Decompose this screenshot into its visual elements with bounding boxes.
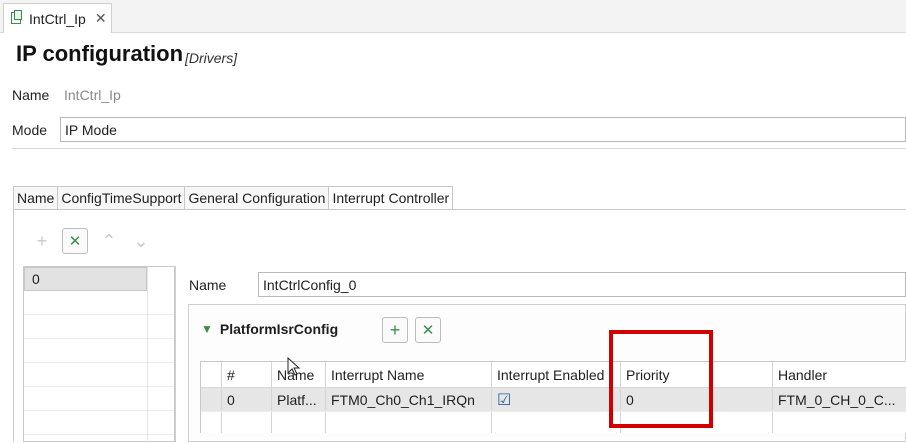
config-list[interactable]: 0 (23, 266, 175, 443)
highlight-box (609, 330, 713, 428)
list-item[interactable]: 0 (24, 267, 147, 291)
page-title: IP configuration (16, 41, 184, 66)
name-label: Name (12, 87, 50, 103)
list-item-empty (24, 411, 174, 435)
editor-tab-intctrl[interactable]: IntCtrl_Ip ✕ (3, 3, 112, 33)
group-title: PlatformIsrConfig (219, 321, 339, 337)
list-item-empty (24, 339, 174, 363)
move-up-icon[interactable]: ⌃ (96, 228, 122, 254)
mode-value: IP Mode (65, 121, 117, 138)
table-row-empty (201, 411, 906, 433)
divider (12, 148, 906, 149)
mouse-cursor-icon (287, 356, 301, 380)
add-row-icon[interactable]: + (382, 317, 408, 343)
row-name[interactable]: Platf... (272, 388, 326, 411)
mode-field[interactable]: IP Mode (60, 117, 906, 142)
chevron-down-icon[interactable]: ▼ (201, 322, 213, 336)
list-item-empty (24, 387, 174, 411)
config-name-label: Name (189, 277, 227, 293)
config-file-icon (10, 9, 24, 28)
tab-general-configuration[interactable]: General Configuration (184, 186, 329, 210)
table-row[interactable]: 0 Platf... FTM0_Ch0_Ch1_IRQn ☑ 0 FTM_0_C… (201, 388, 906, 411)
empty-cell (272, 412, 326, 433)
empty-cell (773, 412, 901, 433)
name-value: IntCtrl_Ip (64, 87, 121, 103)
config-name-field[interactable]: IntCtrlConfig_0 (258, 272, 906, 297)
row-gutter (201, 388, 222, 411)
header-cell[interactable]: # (222, 362, 272, 387)
header-cell (201, 362, 222, 387)
close-icon[interactable]: ✕ (95, 10, 107, 27)
header-cell[interactable]: Interrupt Name (326, 362, 492, 387)
row-interrupt-enabled[interactable]: ☑ (492, 388, 621, 411)
empty-cell (222, 412, 272, 433)
row-handler[interactable]: FTM_0_CH_0_C... (773, 388, 901, 411)
row-interrupt-name[interactable]: FTM0_Ch0_Ch1_IRQn (326, 388, 492, 411)
row-index: 0 (222, 388, 272, 411)
tab-interrupt-controller[interactable]: Interrupt Controller (328, 186, 454, 210)
tab-name[interactable]: Name (13, 186, 58, 210)
list-separator (147, 267, 148, 443)
add-icon[interactable]: + (29, 228, 55, 254)
list-item-empty (24, 315, 174, 339)
remove-icon[interactable]: ✕ (62, 228, 88, 254)
row-gutter (201, 412, 222, 433)
isr-table[interactable]: # Name Interrupt Name Interrupt Enabled … (200, 361, 906, 433)
header-cell[interactable]: Handler (773, 362, 901, 387)
list-item-empty (24, 291, 174, 315)
table-header: # Name Interrupt Name Interrupt Enabled … (201, 362, 906, 388)
checkbox-icon[interactable]: ☑ (497, 390, 511, 410)
page-title-tag: [Drivers] (185, 50, 238, 66)
remove-row-icon[interactable]: ✕ (415, 317, 441, 343)
empty-cell (326, 412, 492, 433)
config-name-value: IntCtrlConfig_0 (263, 276, 357, 293)
splitter[interactable] (175, 266, 176, 442)
move-down-icon[interactable]: ⌄ (128, 228, 154, 254)
editor-tab-strip (0, 0, 906, 33)
section-tabs: Name ConfigTimeSupport General Configura… (13, 186, 454, 210)
header-cell[interactable]: Interrupt Enabled (492, 362, 621, 387)
tab-configtimesupport[interactable]: ConfigTimeSupport (57, 186, 185, 210)
list-item-empty (24, 363, 174, 387)
editor-tab-label: IntCtrl_Ip (29, 10, 86, 27)
group-header[interactable]: ▼ PlatformIsrConfig (201, 321, 338, 337)
empty-cell (492, 412, 621, 433)
mode-label: Mode (12, 122, 48, 138)
